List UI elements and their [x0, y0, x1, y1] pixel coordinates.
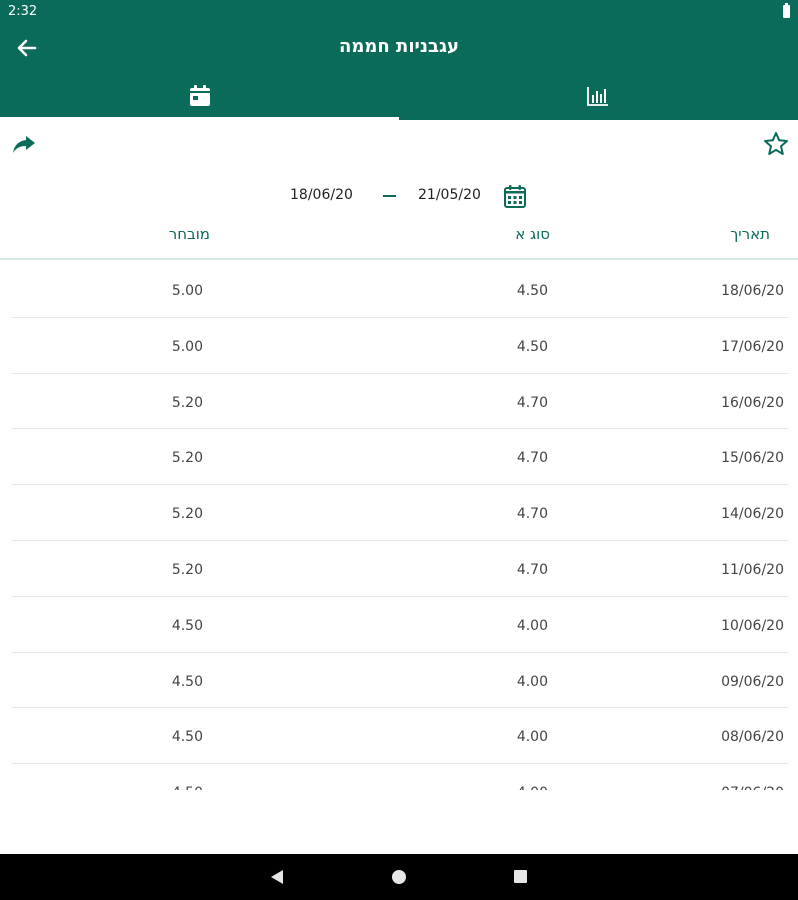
tab-chart[interactable]: [399, 72, 798, 120]
table-header: תאריך סוג א מובחר: [0, 215, 798, 260]
cell-date: 09/06/20: [721, 673, 784, 690]
cell-grade-a: 4.00: [516, 617, 548, 634]
nav-back-icon[interactable]: [270, 869, 284, 885]
cell-best: 5.20: [171, 561, 203, 578]
action-row: [0, 120, 798, 170]
table-row: 15/06/20 4.70 5.20: [0, 429, 798, 485]
nav-recents-icon[interactable]: [514, 870, 527, 883]
battery-icon: [783, 3, 790, 18]
cell-best: 4.50: [171, 617, 203, 634]
share-button[interactable]: [10, 130, 38, 158]
cell-date: 08/06/20: [721, 729, 784, 746]
cell-grade-a: 4.50: [516, 338, 548, 355]
end-date[interactable]: 18/06/20: [290, 187, 353, 203]
cell-grade-a: 4.70: [516, 561, 548, 578]
cell-grade-a: 4.70: [516, 450, 548, 467]
cell-grade-a: 4.50: [516, 283, 548, 299]
navigation-bar: [0, 854, 798, 900]
page-title: עגבניות חממה: [339, 36, 459, 57]
table-body[interactable]: 18/06/20 4.50 5.00 17/06/20 4.50 5.00 16/06/20…: [0, 262, 798, 790]
cell-best: 5.20: [171, 450, 203, 467]
table-row: 18/06/20 4.50 5.00: [0, 262, 798, 318]
cell-best: 5.20: [171, 506, 203, 523]
header-grade-a: סוג א: [515, 225, 550, 243]
table-row: 14/06/20 4.70 5.20: [0, 485, 798, 541]
cell-grade-a: 4.70: [516, 506, 548, 523]
table-row: 07/06/20 4.00 4.50: [0, 764, 798, 790]
cell-best: 4.50: [150, 785, 203, 790]
app-bar: עגבניות חממה: [0, 24, 798, 72]
star-icon: [764, 132, 788, 155]
cell-best: 4.50: [171, 729, 203, 746]
cell-date: 16/06/20: [721, 394, 784, 411]
share-icon: [13, 136, 35, 153]
calendar-grid-icon: [504, 185, 526, 208]
header-date: תאריך: [730, 225, 770, 243]
cell-best: 5.20: [171, 394, 203, 411]
cell-grade-a: 4.70: [516, 394, 548, 411]
table-row: 09/06/20 4.00 4.50: [0, 653, 798, 709]
cell-date: 10/06/20: [721, 617, 784, 634]
table-row: 10/06/20 4.00 4.50: [0, 597, 798, 653]
cell-date: 07/06/20: [721, 785, 784, 790]
status-bar: 2:32: [0, 0, 798, 24]
start-date[interactable]: 21/05/20: [418, 187, 481, 203]
table-row: 08/06/20 4.00 4.50: [0, 708, 798, 764]
date-range: 18/06/20 21/05/20: [0, 178, 798, 212]
cell-date: 18/06/20: [721, 283, 784, 299]
date-separator: [383, 195, 396, 197]
bar-chart-icon: [587, 87, 608, 106]
cell-date: 17/06/20: [721, 338, 784, 355]
cell-date: 15/06/20: [721, 450, 784, 467]
cell-date: 14/06/20: [721, 506, 784, 523]
nav-home-icon[interactable]: [392, 870, 406, 884]
tab-calendar[interactable]: [0, 72, 399, 120]
favorite-button[interactable]: [762, 130, 790, 158]
cell-best: 4.50: [171, 673, 203, 690]
table-row: 16/06/20 4.70 5.20: [0, 374, 798, 430]
status-time: 2:32: [8, 4, 38, 19]
calendar-icon: [190, 85, 210, 106]
header-best: מובחר: [168, 225, 210, 243]
cell-date: 11/06/20: [721, 561, 784, 578]
table-row: 11/06/20 4.70 5.20: [0, 541, 798, 597]
date-picker-button[interactable]: [503, 183, 527, 209]
cell-grade-a: 4.00: [490, 785, 548, 790]
cell-best: 5.00: [171, 283, 203, 299]
table-row: 17/06/20 4.50 5.00: [0, 318, 798, 374]
tab-bar: [0, 72, 798, 120]
cell-grade-a: 4.00: [516, 729, 548, 746]
cell-best: 5.00: [171, 338, 203, 355]
cell-grade-a: 4.00: [516, 673, 548, 690]
